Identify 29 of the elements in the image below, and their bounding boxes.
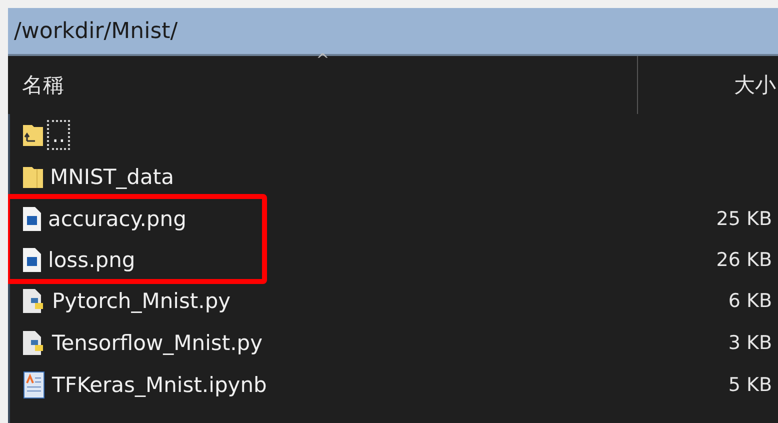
- column-label: 大小: [734, 72, 776, 99]
- file-name: accuracy.png: [48, 206, 186, 230]
- column-label: 名稱: [22, 72, 64, 99]
- file-name: ..: [50, 123, 68, 147]
- column-header[interactable]: 大小: [638, 56, 778, 114]
- notebook-file-icon: [22, 371, 46, 399]
- file-size: 25 KB: [716, 208, 773, 230]
- file-row[interactable]: ..: [10, 114, 778, 156]
- file-size: 26 KB: [716, 248, 773, 270]
- file-row[interactable]: Tensorflow_Mnist.py 3 KB: [10, 322, 778, 364]
- image-file-icon: [22, 246, 42, 272]
- python-file-icon: [22, 330, 46, 356]
- file-row[interactable]: TFKeras_Mnist.ipynb 5 KB: [10, 364, 778, 406]
- image-file-icon: [22, 206, 42, 232]
- file-name: Tensorflow_Mnist.py: [52, 331, 263, 355]
- file-size: 6 KB: [728, 290, 773, 312]
- file-row[interactable]: Pytorch_Mnist.py 6 KB: [10, 280, 778, 322]
- parent-folder-icon: [22, 123, 44, 147]
- file-row[interactable]: loss.png 26 KB: [10, 239, 778, 280]
- python-file-icon: [22, 288, 46, 314]
- file-size: 5 KB: [728, 374, 773, 396]
- file-size: 3 KB: [728, 332, 773, 354]
- folder-icon: [22, 165, 44, 189]
- file-name: Pytorch_Mnist.py: [52, 289, 231, 313]
- file-row[interactable]: MNIST_data: [10, 156, 778, 198]
- file-name: TFKeras_Mnist.ipynb: [52, 373, 267, 397]
- file-row[interactable]: accuracy.png 25 KB: [10, 198, 778, 239]
- file-name: MNIST_data: [50, 165, 174, 189]
- file-name: loss.png: [48, 248, 136, 272]
